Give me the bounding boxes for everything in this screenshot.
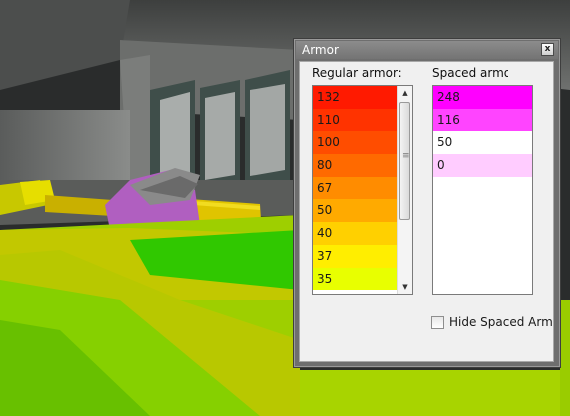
hide-spaced-armor-checkbox[interactable] (431, 316, 444, 329)
titlebar[interactable]: Armor x (296, 41, 558, 59)
regular-armor-scrollbar[interactable]: ▲ ≡ ▼ (397, 86, 412, 294)
spaced-row[interactable]: 248 (433, 86, 532, 109)
regular-armor-list[interactable]: 132 110 100 80 67 50 40 37 35 ▲ ≡ ▼ (312, 85, 413, 295)
spaced-row[interactable]: 50 (433, 131, 532, 155)
regular-armor-label: Regular armor: (312, 66, 402, 80)
scroll-thumb[interactable]: ≡ (399, 102, 410, 220)
armor-panel: Regular armor: 132 110 100 80 67 50 40 37 35 ▲ ≡… (299, 61, 554, 362)
armor-window: Armor x Regular armor: 132 110 100 80 67 50 40… (293, 38, 561, 368)
spaced-row[interactable]: 0 (433, 154, 532, 177)
close-icon: x (544, 44, 551, 54)
spaced-armor-label: Spaced armo (432, 66, 508, 80)
spaced-armor-rows: 248 116 50 0 (433, 86, 532, 177)
window-title: Armor (302, 43, 339, 57)
spaced-row[interactable]: 116 (433, 108, 532, 132)
scroll-up-icon[interactable]: ▲ (398, 86, 412, 100)
spaced-armor-list[interactable]: 248 116 50 0 (432, 85, 533, 295)
close-button[interactable]: x (541, 43, 554, 56)
scroll-down-icon[interactable]: ▼ (398, 280, 412, 294)
hide-spaced-armor-label: Hide Spaced Armo (449, 315, 554, 329)
grip-icon: ≡ (402, 151, 410, 161)
